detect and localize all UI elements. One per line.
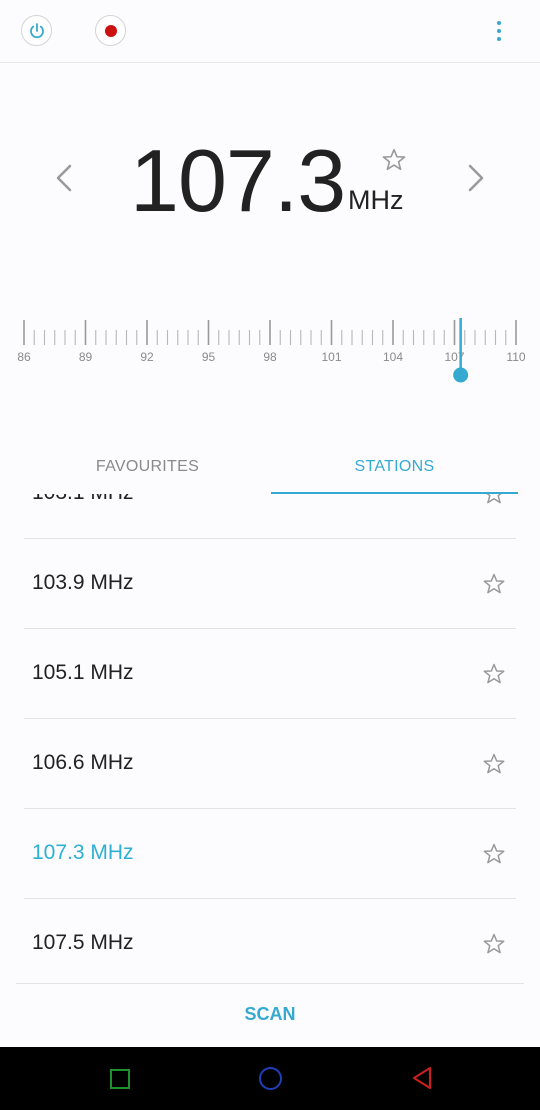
- star-icon[interactable]: [482, 932, 506, 956]
- dial-label: 110: [506, 350, 525, 364]
- dial-label: 98: [263, 350, 277, 364]
- scan-button[interactable]: SCAN: [0, 984, 540, 1046]
- station-list[interactable]: 103.1 MHz 103.9 MHz 105.1 MHz 106.6 MHz 107.…: [0, 494, 540, 984]
- station-label: 107.3 MHz: [32, 841, 134, 864]
- record-button[interactable]: [95, 15, 126, 46]
- station-row[interactable]: 106.6 MHz: [24, 719, 516, 809]
- frequency-unit: MHz: [348, 185, 404, 215]
- frequency-display: 107.3 MHz: [0, 130, 540, 230]
- star-icon[interactable]: [482, 842, 506, 866]
- station-label: 106.6 MHz: [32, 751, 134, 774]
- station-label: 103.1 MHz: [32, 494, 134, 537]
- dial-label: 101: [321, 350, 341, 364]
- star-icon[interactable]: [482, 494, 506, 506]
- power-button[interactable]: [21, 15, 52, 46]
- recents-square-icon[interactable]: [110, 1069, 130, 1089]
- station-row[interactable]: 107.3 MHz: [24, 809, 516, 899]
- previous-station-button[interactable]: [50, 158, 80, 198]
- power-icon: [29, 22, 44, 38]
- home-circle-icon[interactable]: [259, 1067, 282, 1090]
- tab-stations[interactable]: STATIONS: [271, 440, 518, 494]
- station-label: 107.5 MHz: [32, 931, 134, 954]
- dial-label: 95: [202, 350, 216, 364]
- more-options-button[interactable]: [488, 16, 510, 46]
- star-icon[interactable]: [482, 662, 506, 686]
- star-icon[interactable]: [482, 752, 506, 776]
- station-row[interactable]: 105.1 MHz: [24, 629, 516, 719]
- dial-label: 89: [79, 350, 93, 364]
- dial-handle[interactable]: [453, 367, 469, 383]
- station-row[interactable]: 107.5 MHz: [24, 899, 516, 984]
- more-vert-icon: [497, 21, 501, 25]
- system-nav-bar: [0, 1047, 540, 1110]
- record-icon: [104, 24, 117, 37]
- station-label: 103.9 MHz: [32, 571, 134, 594]
- station-label: 105.1 MHz: [32, 661, 134, 684]
- tab-favourites[interactable]: FAVOURITES: [24, 440, 271, 494]
- top-bar: [0, 0, 540, 63]
- dial-label: 104: [383, 350, 403, 364]
- star-icon[interactable]: [482, 572, 506, 596]
- tab-bar: FAVOURITES STATIONS: [24, 440, 518, 494]
- next-station-button[interactable]: [460, 158, 490, 198]
- station-row[interactable]: 103.9 MHz: [24, 539, 516, 629]
- frequency-value: 107.3: [130, 131, 346, 230]
- tuning-dial[interactable]: 86 89 92 95 98 101 104 107 110: [0, 305, 540, 395]
- dial-label: 86: [17, 350, 31, 364]
- back-triangle-icon[interactable]: [410, 1065, 436, 1091]
- station-row[interactable]: 103.1 MHz: [24, 494, 516, 539]
- favourite-star-icon[interactable]: [381, 147, 407, 173]
- dial-label: 92: [140, 350, 154, 364]
